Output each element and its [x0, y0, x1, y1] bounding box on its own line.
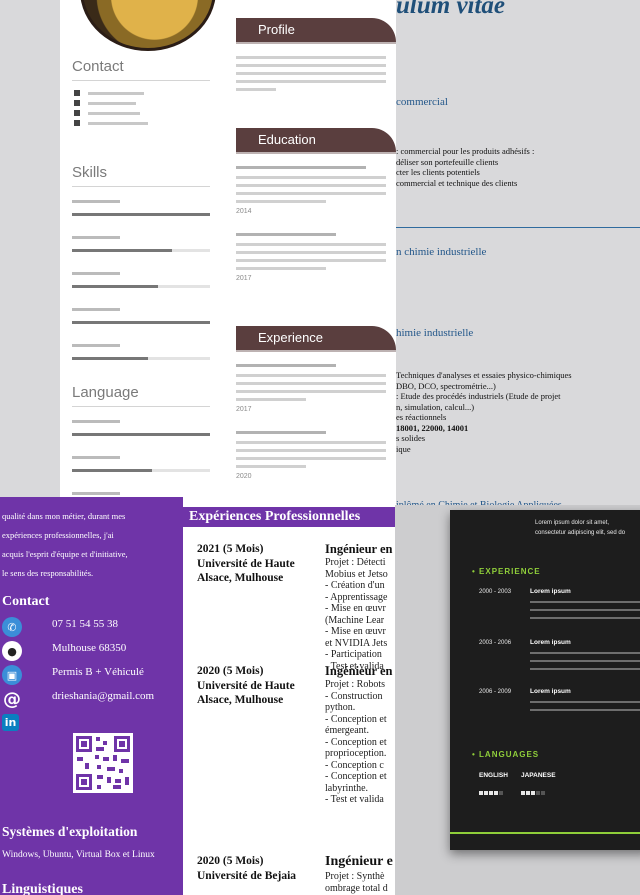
experience-heading: • EXPERIENCE [472, 567, 541, 576]
exp-details: Projet : Détecti Mobius et Jetso - Créat… [325, 557, 388, 672]
banner-education: Education [236, 128, 396, 152]
os-heading: Systèmes d'exploitation [2, 824, 138, 839]
language-item [72, 492, 120, 495]
car-icon: ▣ [2, 665, 22, 685]
language-level [479, 782, 504, 800]
heading-chimie-2: himie industrielle [396, 327, 474, 339]
section-skills-heading: Skills [72, 164, 108, 181]
exp-date: 2021 (5 Mois) [197, 543, 264, 555]
heading-commercial: commercial [396, 96, 448, 108]
chimie-list: Techniques d'analyses et essaies physico… [396, 370, 572, 454]
exp-date: 2020 (5 Mois) [197, 855, 264, 867]
language-item [72, 420, 210, 436]
contact-list [74, 88, 148, 128]
skill-item [72, 344, 210, 360]
contact-phone: ✆ [2, 617, 22, 637]
email-icon: @ [3, 688, 21, 710]
contact-heading: Contact [2, 594, 50, 609]
skill-item [72, 272, 210, 288]
cv-title: ulum vitae [396, 0, 506, 19]
os-text: Windows, Ubuntu, Virtual Box et Linux [2, 850, 155, 860]
contact-row [74, 118, 148, 128]
exp-title: Ingénieur e [325, 854, 393, 869]
phone-icon [74, 90, 80, 96]
job-years: 2003 - 2006 [479, 640, 512, 646]
languages-heading: • LANGUAGES [472, 750, 540, 759]
skill-item [72, 200, 210, 216]
job-years: 2006 - 2009 [479, 689, 512, 695]
location-pin-icon: ● [2, 641, 22, 661]
divider [396, 227, 640, 228]
language-level [521, 782, 546, 800]
skill-item [72, 236, 210, 252]
section-contact-heading: Contact [72, 58, 124, 75]
accent-bar [450, 832, 640, 834]
divider [72, 80, 210, 81]
language-name: ENGLISH [479, 772, 508, 779]
commercial-list: : commercial pour les produits adhésifs … [396, 146, 535, 188]
home-icon [74, 100, 80, 106]
dark-resume-card: Lorem ipsum dolor sit amet, consectetur … [450, 510, 640, 850]
globe-icon [74, 120, 80, 126]
intro-paragraph: qualité dans mon métier, durant mes expé… [2, 511, 128, 578]
exp-title: Ingénieur en [325, 664, 393, 678]
contact-row [74, 88, 148, 98]
contact-linkedin[interactable]: in [2, 714, 19, 731]
exp-org: Université de Haute [197, 558, 295, 570]
skill-item [72, 308, 210, 324]
job-title: Lorem ipsum [530, 639, 571, 646]
purple-sidebar: qualité dans mon métier, durant mes expé… [0, 497, 183, 895]
contact-license: ▣ [2, 665, 22, 685]
job-title: Lorem ipsum [530, 588, 571, 595]
experience-block: Experience 2017 2020 [236, 326, 396, 480]
exp-org: Alsace, Mulhouse [197, 694, 284, 706]
banner-experience: Experience [236, 326, 396, 350]
profile-photo [80, 0, 216, 51]
heading-chimie-1: n chimie industrielle [396, 246, 487, 258]
qr-code [73, 733, 133, 793]
section-language-heading: Language [72, 384, 139, 401]
contact-location: ● [2, 641, 22, 661]
exp-details: Projet : Robots - Construction python. -… [325, 679, 387, 805]
dark-resume-panel: Lorem ipsum dolor sit amet, consectetur … [395, 505, 640, 895]
profile-block: Profile [236, 18, 396, 96]
exp-title: Ingénieur en [325, 542, 393, 556]
email-link[interactable]: drieshania@gmail.com [52, 690, 154, 702]
resume-grey-panel: Contact Skills Language Profile Educatio… [60, 0, 396, 505]
language-name: JAPANESE [521, 772, 556, 779]
education-block: Education 2014 2017 [236, 128, 396, 282]
experiences-panel: Expériences Professionnelles 2021 (5 Moi… [183, 497, 395, 895]
experiences-header: Expériences Professionnelles [183, 507, 395, 527]
exp-org: Université de Haute [197, 680, 295, 692]
contact-email: @ [2, 688, 22, 710]
exp-details: Projet : Synthè ombrage total d [325, 871, 388, 894]
exp-org: Université de Bejaia [197, 870, 297, 882]
language-item [72, 456, 210, 472]
exp-date: 2020 (5 Mois) [197, 665, 264, 677]
linkedin-icon[interactable]: in [2, 714, 19, 731]
phone-icon: ✆ [2, 617, 22, 637]
phone-icon [74, 110, 80, 116]
job-years: 2000 - 2003 [479, 589, 512, 595]
languages-heading: Linguistiques [2, 882, 83, 895]
contact-row [74, 98, 148, 108]
banner-profile: Profile [236, 18, 396, 42]
job-title: Lorem ipsum [530, 688, 571, 695]
contact-row [74, 108, 148, 118]
exp-org: Alsace, Mulhouse [197, 572, 284, 584]
